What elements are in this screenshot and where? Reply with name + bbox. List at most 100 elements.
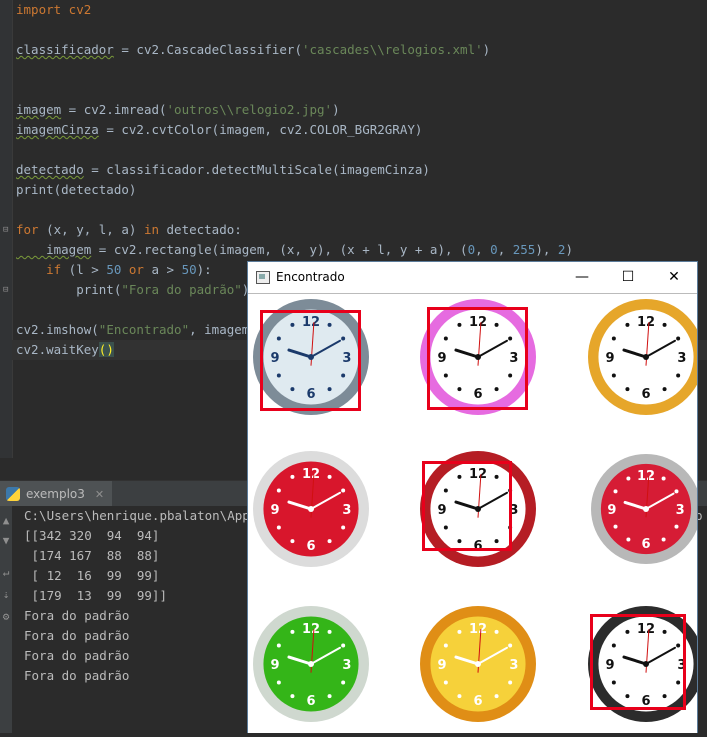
code-text: = classificador.detectMultiScale(imagemC… [83,162,430,177]
clock-numeral: 3 [676,503,685,518]
code-text: imagem [16,242,92,257]
clock-numeral: 9 [607,503,616,518]
fold-marker-icon[interactable]: ⊟ [3,285,8,295]
scroll-up-icon[interactable]: ▲ [0,514,12,528]
window-title: Encontrado [276,270,345,284]
code-text: , [475,242,491,257]
close-icon[interactable]: ✕ [95,488,104,501]
run-tab-label: exemplo3 [26,487,85,501]
clock-numeral: 9 [271,503,280,518]
code-number: 50 [181,262,197,277]
minimize-button[interactable]: — [559,262,605,292]
clock-numeral: 6 [641,387,650,402]
soft-wrap-icon[interactable]: ↵ [0,566,12,580]
detection-box [260,310,361,411]
clock-numeral: 6 [641,537,650,552]
python-icon [6,487,20,501]
console-line: Fora do padrão [24,608,130,623]
code-string: 'outros\\relogio2.jpg' [166,102,333,117]
code-number: 255 [512,242,536,257]
code-number: 50 [106,262,122,277]
code-line[interactable]: for (x, y, l, a) in detectado: [16,220,242,240]
console-line: [ 12 16 99 99] [24,568,160,583]
clock-numeral: 9 [606,351,615,366]
code-text: cv2.waitKey [16,342,99,357]
code-text: ) [332,102,340,117]
clock-icon: 12 3 6 9 [420,606,536,722]
code-text: , [497,242,513,257]
code-keyword: if [16,262,62,277]
code-text: print(detectado) [16,182,137,197]
opencv-window[interactable]: Encontrado — ☐ ✕ 12 3 6 9 12 3 6 9 12 3 6 9 12 3 6 9 12 3… [247,261,704,733]
settings-icon[interactable]: ⚙ [0,610,12,624]
code-line[interactable]: classificador = cv2.CascadeClassifier('c… [16,40,490,60]
code-string: "Fora do padrão" [121,282,242,297]
code-line[interactable]: detectado = classificador.detectMultiSca… [16,160,430,180]
code-text: classificador [16,42,114,57]
code-text: print( [16,282,122,297]
clock-icon: 12 3 6 9 [253,451,369,567]
clock-icon: 12 3 6 9 [588,299,704,415]
code-text: ) [565,242,573,257]
maximize-button[interactable]: ☐ [605,262,651,292]
image-canvas: 12 3 6 9 12 3 6 9 12 3 6 9 12 3 6 9 12 3 6 9 12 3 6 9 12 3 6 9 12 3 6 9… [248,293,704,733]
code-line[interactable]: cv2.imshow("Encontrado", imagem) [16,320,257,340]
console-line: Fora do padrão [24,628,130,643]
code-text: imagem [16,102,62,117]
code-line[interactable]: if (l > 50 or a > 50): [16,260,212,280]
code-line[interactable]: imagem = cv2.rectangle(imagem, (x, y), (… [16,240,573,260]
close-button[interactable]: ✕ [651,262,697,292]
code-text: imagemCinza [16,122,99,137]
clock-numeral: 12 [637,315,655,330]
clock-numeral: 12 [637,469,655,484]
clock-numeral: 9 [438,658,447,673]
code-keyword: in [143,222,159,237]
clock-numeral: 9 [271,658,280,673]
code-line[interactable]: cv2.waitKey() [16,340,114,360]
console-line: [179 13 99 99]] [24,588,167,603]
clock-numeral: 3 [509,658,518,673]
code-text: import cv2 [16,2,92,17]
code-text: = cv2.rectangle(imagem, (x, y), (x + l, … [91,242,468,257]
code-keyword: for [16,222,39,237]
code-text: = cv2.cvtColor(imagem, cv2.COLOR_BGR2GRA… [98,122,423,137]
code-text: (x, y, l, a) [38,222,144,237]
code-line[interactable]: import cv2 [16,0,91,20]
detection-box [422,461,512,551]
clock-numeral: 6 [306,539,315,554]
code-line[interactable]: imagem = cv2.imread('outros\\relogio2.jp… [16,100,340,120]
scroll-to-end-icon[interactable]: ⇣ [0,588,12,602]
clock-numeral: 12 [469,622,487,637]
clock-numeral: 3 [342,658,351,673]
code-text: () [98,342,114,357]
clock-numeral: 12 [302,467,320,482]
code-string: 'cascades\\relogios.xml' [302,42,483,57]
code-text: (l > [61,262,107,277]
code-text: = cv2.CascadeClassifier( [113,42,302,57]
console-line: Fora do padrão [24,648,130,663]
console-line: Fora do padrão [24,668,130,683]
detection-box [590,614,686,710]
scroll-down-icon[interactable]: ▼ [0,534,12,548]
code-text: detectado [16,162,84,177]
run-tab[interactable]: exemplo3 ✕ [0,481,112,507]
code-line[interactable]: print(detectado) [16,180,136,200]
code-number: 0 [467,242,476,257]
clock-numeral: 6 [306,694,315,709]
window-app-icon [256,270,270,284]
code-keyword: or [121,262,152,277]
fold-marker-icon[interactable]: ⊟ [3,225,8,235]
code-text: cv2.imshow( [16,322,99,337]
code-text: ): [196,262,212,277]
clock-numeral: 12 [302,622,320,637]
clock-icon: 12 3 6 9 [591,454,701,564]
clock-numeral: 6 [473,694,482,709]
run-toolbar: ▲ ▼ ↵ ⇣ ⚙ [0,506,12,733]
window-titlebar[interactable]: Encontrado — ☐ ✕ [248,262,697,292]
code-number: 0 [490,242,498,257]
code-text: detectado: [159,222,242,237]
detection-box [427,307,528,410]
code-line[interactable]: imagemCinza = cv2.cvtColor(imagem, cv2.C… [16,120,422,140]
code-text: ), [535,242,558,257]
code-line[interactable]: print("Fora do padrão") [16,280,249,300]
